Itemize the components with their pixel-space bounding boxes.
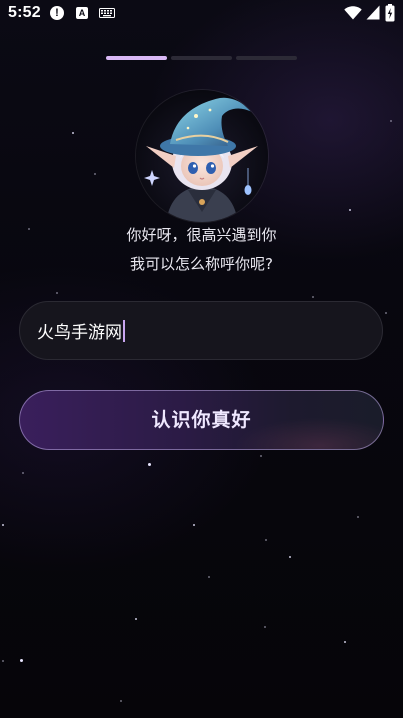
status-bar: 5:52 ! A: [0, 0, 403, 28]
star: [344, 641, 346, 643]
star: [22, 472, 24, 474]
text-caret: [123, 320, 125, 342]
star: [208, 576, 210, 578]
star: [135, 618, 137, 620]
screen: 5:52 ! A 你好呀，很高兴遇到你 我可以怎么称呼你呢? 火鸟手游网 认识你…: [0, 0, 403, 718]
nickname-input[interactable]: 火鸟手游网: [19, 301, 383, 360]
greeting-line-1: 你好呀，很高兴遇到你: [126, 226, 277, 244]
star: [357, 516, 359, 518]
star: [20, 659, 23, 662]
star: [289, 556, 291, 558]
star: [260, 455, 262, 457]
star: [72, 132, 74, 134]
nice-to-meet-you-button[interactable]: 认识你真好: [19, 390, 384, 450]
star: [349, 209, 351, 211]
assistant-avatar: [136, 90, 268, 222]
a-notification-icon: A: [76, 7, 88, 19]
star: [265, 539, 267, 541]
progress-step-2: [171, 56, 232, 60]
signal-icon: [366, 5, 380, 20]
star: [2, 524, 4, 526]
nickname-input-value[interactable]: 火鸟手游网: [37, 320, 125, 344]
alert-icon: !: [50, 6, 64, 20]
progress-step-3: [236, 56, 297, 60]
star: [312, 296, 314, 298]
star: [193, 524, 195, 526]
elf-wizard-avatar-icon: [136, 90, 268, 222]
star: [120, 700, 122, 702]
star: [94, 173, 96, 175]
onboarding-progress: [106, 56, 298, 60]
star: [390, 120, 392, 122]
progress-step-1: [106, 56, 167, 60]
star: [56, 292, 58, 294]
star: [148, 463, 151, 466]
star: [264, 626, 266, 628]
keyboard-icon: [99, 8, 115, 18]
star: [2, 660, 4, 662]
nickname-value-text: 火鸟手游网: [37, 323, 122, 343]
wifi-icon: [344, 6, 362, 20]
battery-icon: [385, 4, 395, 22]
status-time: 5:52: [8, 4, 41, 21]
star: [385, 312, 387, 314]
greeting-line-2: 我可以怎么称呼你呢?: [130, 255, 273, 273]
